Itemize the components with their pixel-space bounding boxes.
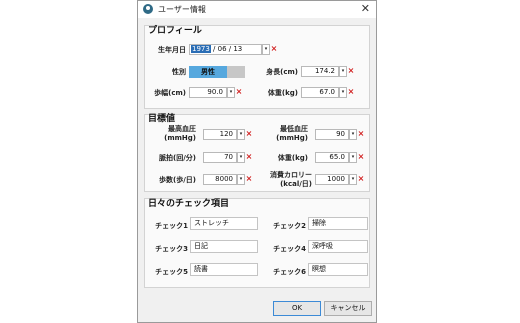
- check6-label: チェック6: [273, 268, 306, 276]
- height-dropdown-icon[interactable]: ▾: [339, 66, 347, 77]
- birthdate-clear-icon[interactable]: ×: [270, 44, 278, 55]
- calories-label: 消費カロリー (kcal/日): [258, 171, 312, 189]
- calories-dropdown-icon[interactable]: ▾: [349, 174, 357, 185]
- weight-clear-icon[interactable]: ×: [347, 87, 355, 98]
- user-info-dialog: ユーザー情報 ✕ プロフィール 生年月日 1973 / 06 / 13 ▾ × …: [137, 0, 377, 323]
- target-weight-clear-icon[interactable]: ×: [357, 152, 365, 163]
- birthdate-label: 生年月日: [158, 46, 186, 54]
- birthdate-field[interactable]: 1973 / 06 / 13: [189, 44, 262, 55]
- check4-input[interactable]: 深呼吸: [308, 240, 368, 253]
- systolic-input[interactable]: 120: [203, 129, 237, 140]
- stride-dropdown-icon[interactable]: ▾: [227, 87, 235, 98]
- diastolic-clear-icon[interactable]: ×: [357, 129, 365, 140]
- app-icon: [143, 4, 153, 14]
- target-weight-dropdown-icon[interactable]: ▾: [349, 152, 357, 163]
- ok-button[interactable]: OK: [273, 301, 321, 316]
- check5-input[interactable]: 読書: [190, 263, 258, 276]
- pulse-clear-icon[interactable]: ×: [245, 152, 253, 163]
- gender-toggle[interactable]: 男性: [189, 66, 245, 78]
- title-bar: ユーザー情報 ✕: [138, 1, 376, 18]
- check1-input[interactable]: ストレッチ: [190, 217, 258, 230]
- weight-input[interactable]: 67.0: [301, 87, 339, 98]
- check2-label: チェック2: [273, 222, 306, 230]
- calories-input[interactable]: 1000: [315, 174, 349, 185]
- close-icon[interactable]: ✕: [361, 2, 370, 16]
- systolic-label-unit: (mmHg): [164, 134, 196, 142]
- steps-dropdown-icon[interactable]: ▾: [237, 174, 245, 185]
- steps-clear-icon[interactable]: ×: [245, 174, 253, 185]
- cancel-button[interactable]: キャンセル: [324, 301, 372, 316]
- diastolic-dropdown-icon[interactable]: ▾: [349, 129, 357, 140]
- systolic-label: 最高血圧 (mmHg): [148, 125, 196, 143]
- steps-input[interactable]: 8000: [203, 174, 237, 185]
- weight-label: 体重(kg): [267, 89, 298, 97]
- check3-label: チェック3: [155, 245, 188, 253]
- weight-dropdown-icon[interactable]: ▾: [339, 87, 347, 98]
- target-weight-label: 体重(kg): [277, 154, 308, 162]
- gender-label: 性別: [172, 68, 186, 76]
- target-weight-input[interactable]: 65.0: [315, 152, 349, 163]
- stride-label: 歩幅(cm): [154, 89, 186, 97]
- height-label: 身長(cm): [266, 68, 298, 76]
- calories-label-name: 消費カロリー: [270, 171, 312, 179]
- gender-option-male[interactable]: 男性: [189, 66, 227, 78]
- pulse-label: 脈拍(回/分): [159, 154, 196, 162]
- window-title: ユーザー情報: [158, 5, 206, 14]
- check6-input[interactable]: 瞑想: [308, 263, 368, 276]
- birthdate-year[interactable]: 1973: [191, 45, 211, 53]
- check1-label: チェック1: [155, 222, 188, 230]
- check2-input[interactable]: 掃除: [308, 217, 368, 230]
- checks-heading: 日々のチェック項目: [148, 199, 230, 209]
- calories-label-unit: (kcal/日): [280, 180, 312, 188]
- systolic-clear-icon[interactable]: ×: [245, 129, 253, 140]
- birthdate-month-day[interactable]: / 06 / 13: [211, 45, 242, 53]
- birthdate-dropdown-icon[interactable]: ▾: [262, 44, 270, 55]
- systolic-label-name: 最高血圧: [168, 125, 196, 133]
- diastolic-label-unit: (mmHg): [276, 134, 308, 142]
- steps-label: 歩数(歩/日): [159, 176, 196, 184]
- check3-input[interactable]: 日記: [190, 240, 258, 253]
- stride-clear-icon[interactable]: ×: [235, 87, 243, 98]
- check4-label: チェック4: [273, 245, 306, 253]
- pulse-dropdown-icon[interactable]: ▾: [237, 152, 245, 163]
- check5-label: チェック5: [155, 268, 188, 276]
- height-clear-icon[interactable]: ×: [347, 66, 355, 77]
- height-input[interactable]: 174.2: [301, 66, 339, 77]
- stride-input[interactable]: 90.0: [189, 87, 227, 98]
- pulse-input[interactable]: 70: [203, 152, 237, 163]
- diastolic-label-name: 最低血圧: [280, 125, 308, 133]
- profile-heading: プロフィール: [148, 26, 202, 36]
- diastolic-input[interactable]: 90: [315, 129, 349, 140]
- systolic-dropdown-icon[interactable]: ▾: [237, 129, 245, 140]
- diastolic-label: 最低血圧 (mmHg): [262, 125, 308, 143]
- calories-clear-icon[interactable]: ×: [357, 174, 365, 185]
- targets-heading: 目標値: [148, 114, 176, 124]
